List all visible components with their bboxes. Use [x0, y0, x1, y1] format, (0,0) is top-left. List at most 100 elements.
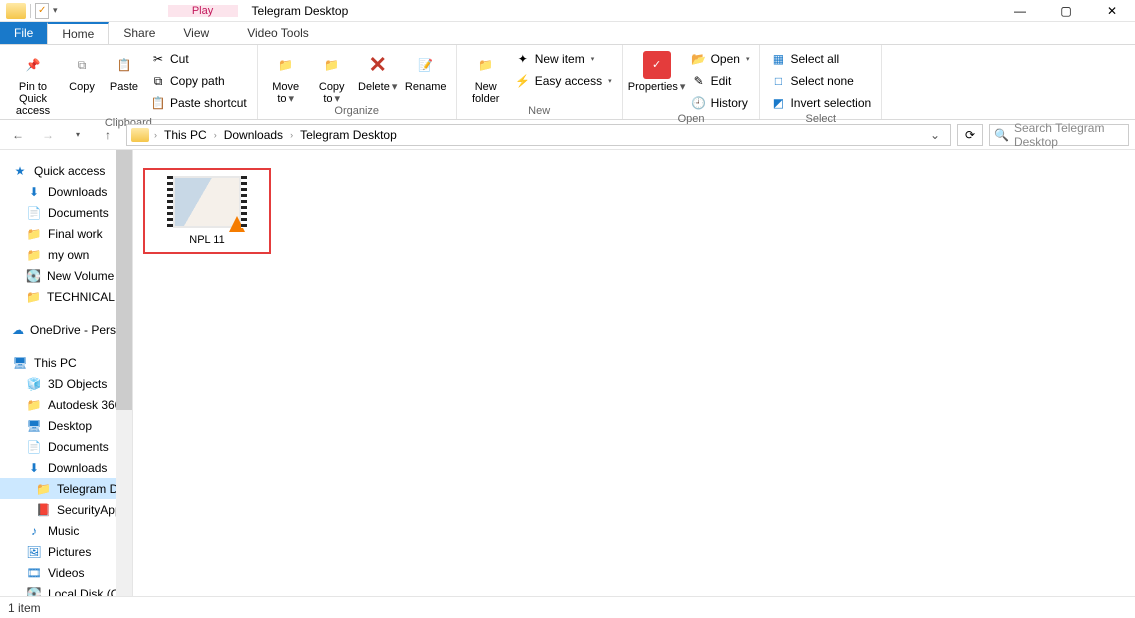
nav-security[interactable]: 📕SecurityAppliances	[0, 499, 132, 520]
select-none-button[interactable]: □Select none	[766, 71, 875, 91]
breadcrumb-dropdown-icon[interactable]: ⌄	[924, 128, 946, 142]
move-to-button[interactable]: 📁 Move to▾	[264, 47, 308, 105]
nav-technical[interactable]: 📁TECHNICAL COMPUTE	[0, 286, 132, 307]
copy-button[interactable]: ⧉ Copy	[62, 47, 102, 93]
tab-file[interactable]: File	[0, 22, 47, 44]
nav-my-own[interactable]: 📁my own	[0, 244, 132, 265]
back-button[interactable]: ←	[6, 123, 30, 147]
crumb-telegram[interactable]: Telegram Desktop	[298, 128, 399, 142]
nav-music[interactable]: ♪Music	[0, 520, 132, 541]
nav-new-volume[interactable]: 💽New Volume (D:)	[0, 265, 132, 286]
nav-videos[interactable]: 🎞Videos	[0, 562, 132, 583]
documents-icon: 📄	[26, 439, 42, 455]
nav-documents[interactable]: 📄Documents📌	[0, 202, 132, 223]
close-button[interactable]: ✕	[1089, 0, 1135, 22]
nav-scrollbar[interactable]	[116, 150, 132, 596]
minimize-button[interactable]: —	[997, 0, 1043, 22]
nav-downloads[interactable]: ⬇Downloads📌	[0, 181, 132, 202]
pin-to-quick-access-button[interactable]: 📌 Pin to Quick access	[6, 47, 60, 117]
properties-qat-icon[interactable]	[35, 3, 49, 19]
invert-selection-button[interactable]: ◩Invert selection	[766, 93, 875, 113]
contextual-tab-header: Play	[168, 5, 238, 17]
item-count: 1 item	[8, 601, 41, 615]
easy-access-button[interactable]: ⚡Easy access▾	[511, 71, 616, 91]
search-input[interactable]: 🔍 Search Telegram Desktop	[989, 124, 1129, 146]
nav-autodesk[interactable]: 📁Autodesk 360	[0, 394, 132, 415]
3d-icon: 🧊	[26, 376, 42, 392]
select-all-label: Select all	[790, 52, 839, 66]
tab-view[interactable]: View	[169, 22, 223, 44]
cut-label: Cut	[170, 52, 189, 66]
maximize-button[interactable]: ▢	[1043, 0, 1089, 22]
tab-video-tools[interactable]: Video Tools	[233, 22, 323, 44]
file-item[interactable]: NPL 11	[143, 168, 271, 254]
properties-icon: ✓	[643, 51, 671, 79]
breadcrumb[interactable]: › This PC › Downloads › Telegram Desktop…	[126, 124, 951, 146]
edit-label: Edit	[711, 74, 732, 88]
chevron-right-icon[interactable]: ›	[287, 130, 296, 140]
folder-icon: 📁	[26, 397, 42, 413]
pin-label: Pin to Quick access	[6, 81, 60, 117]
nav-telegram-desktop[interactable]: 📁Telegram Desktop	[0, 478, 132, 499]
copy-icon: ⧉	[68, 51, 96, 79]
refresh-button[interactable]: ⟳	[957, 124, 983, 146]
nav-local-disk[interactable]: 💽Local Disk (C:)	[0, 583, 132, 596]
content-pane[interactable]: NPL 11	[133, 150, 1135, 596]
crumb-thispc[interactable]: This PC	[162, 128, 209, 142]
new-item-button[interactable]: ✦New item▾	[511, 49, 616, 69]
paste-button[interactable]: 📋 Paste	[104, 47, 144, 93]
rename-button[interactable]: 📝 Rename	[402, 47, 450, 93]
paste-label: Paste	[110, 81, 138, 93]
nav-onedrive[interactable]: ☁OneDrive - Personal	[0, 319, 132, 340]
nav-final-work[interactable]: 📁Final work	[0, 223, 132, 244]
search-placeholder: Search Telegram Desktop	[1014, 121, 1124, 149]
delete-button[interactable]: ✕ Delete▾	[356, 47, 400, 93]
invert-selection-icon: ◩	[770, 95, 786, 111]
cut-button[interactable]: ✂ Cut	[146, 49, 251, 69]
open-button[interactable]: 📂Open▾	[687, 49, 754, 69]
copy-path-button[interactable]: ⧉ Copy path	[146, 71, 251, 91]
select-all-button[interactable]: ▦Select all	[766, 49, 875, 69]
cut-icon: ✂	[150, 51, 166, 67]
nav-pictures[interactable]: 🖼Pictures	[0, 541, 132, 562]
move-to-label: Move to▾	[264, 81, 308, 105]
ribbon-group-clipboard: 📌 Pin to Quick access ⧉ Copy 📋 Paste ✂ Cu…	[0, 45, 258, 119]
nav-this-pc[interactable]: 🖥This PC	[0, 352, 132, 373]
new-folder-button[interactable]: 📁 New folder	[463, 47, 509, 105]
recent-locations-button[interactable]: ▾	[66, 123, 90, 147]
chevron-right-icon[interactable]: ›	[211, 130, 220, 140]
copy-path-label: Copy path	[170, 74, 225, 88]
pin-icon: 📌	[19, 51, 47, 79]
chevron-right-icon[interactable]: ›	[151, 130, 160, 140]
tab-share[interactable]: Share	[109, 22, 169, 44]
folder-icon: 📁	[26, 226, 42, 242]
file-name: NPL 11	[189, 234, 224, 246]
nav-quick-access[interactable]: ★Quick access	[0, 160, 132, 181]
properties-button[interactable]: ✓ Properties▾	[629, 47, 685, 93]
forward-button[interactable]: →	[36, 123, 60, 147]
tab-home[interactable]: Home	[47, 22, 109, 44]
nav-desktop[interactable]: 🖥Desktop	[0, 415, 132, 436]
paste-shortcut-button[interactable]: 📋Paste shortcut	[146, 93, 251, 113]
archive-icon: 📕	[36, 502, 51, 518]
nav-downloads2[interactable]: ⬇Downloads	[0, 457, 132, 478]
nav-documents2[interactable]: 📄Documents	[0, 436, 132, 457]
properties-label: Properties▾	[628, 81, 686, 93]
copy-path-icon: ⧉	[150, 73, 166, 89]
nav-label: Quick access	[34, 164, 105, 178]
nav-3d-objects[interactable]: 🧊3D Objects	[0, 373, 132, 394]
easy-access-label: Easy access	[535, 74, 602, 88]
history-button[interactable]: 🕘History	[687, 93, 754, 113]
scrollbar-thumb[interactable]	[116, 150, 132, 410]
music-icon: ♪	[26, 523, 42, 539]
up-button[interactable]: ↑	[96, 123, 120, 147]
edit-button[interactable]: ✎Edit	[687, 71, 754, 91]
ribbon-group-select: ▦Select all □Select none ◩Invert selecti…	[760, 45, 882, 119]
new-group-label: New	[463, 105, 616, 119]
qat-dropdown-icon[interactable]: ▾	[53, 5, 58, 16]
rename-icon: 📝	[412, 51, 440, 79]
folder-icon: 📁	[36, 481, 51, 497]
crumb-downloads[interactable]: Downloads	[222, 128, 285, 142]
drive-icon: 💽	[26, 268, 41, 284]
copy-to-button[interactable]: 📁 Copy to▾	[310, 47, 354, 105]
